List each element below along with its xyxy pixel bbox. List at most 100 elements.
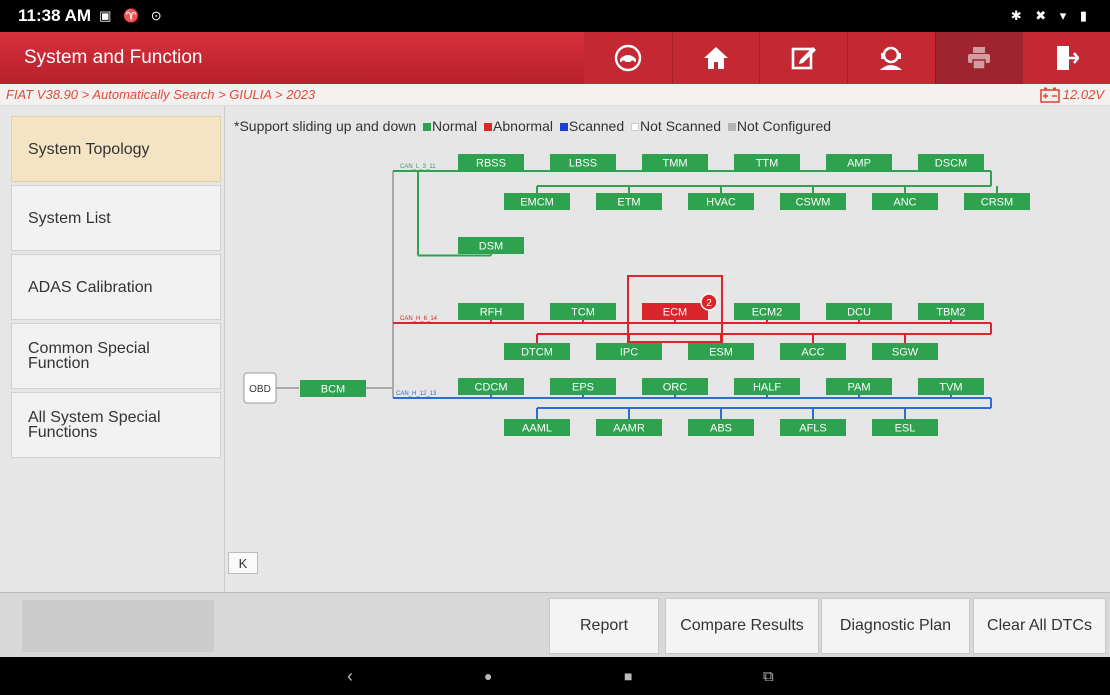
module-acc[interactable]: ACC — [780, 343, 846, 360]
module-cswm[interactable]: CSWM — [780, 193, 846, 210]
diagnostic-plan-button[interactable]: Diagnostic Plan — [821, 598, 970, 654]
sidebar-item-label: ADAS Calibration — [28, 278, 153, 296]
module-label: LBSS — [569, 158, 597, 170]
info-panel — [22, 600, 214, 652]
page-title: System and Function — [24, 47, 203, 68]
nav-recents-icon[interactable]: ■ — [624, 668, 632, 684]
module-ttm[interactable]: TTM — [734, 154, 800, 171]
module-label: DTCM — [521, 347, 553, 359]
support-agent-icon — [880, 46, 903, 70]
support-button[interactable] — [846, 32, 935, 84]
module-label: DCU — [847, 307, 871, 319]
title-bar: System and Function — [0, 32, 1110, 84]
module-tmm[interactable]: TMM — [642, 154, 708, 171]
report-button[interactable]: Report — [549, 598, 659, 654]
module-cdcm[interactable]: CDCM — [458, 378, 524, 395]
module-label: IPC — [620, 347, 638, 359]
module-abs[interactable]: ABS — [688, 419, 754, 436]
module-aamr[interactable]: AAMR — [596, 419, 662, 436]
home-button[interactable] — [671, 32, 760, 84]
nav-home-icon[interactable]: ● — [484, 668, 492, 684]
system-status-icons: ✱ ✖ ▾ ▮ — [1010, 8, 1092, 23]
module-label: ECM — [663, 307, 687, 319]
module-pam[interactable]: PAM — [826, 378, 892, 395]
module-label: RFH — [480, 307, 503, 319]
module-dcu[interactable]: DCU — [826, 303, 892, 320]
module-hvac[interactable]: HVAC — [688, 193, 754, 210]
module-label: CRSM — [981, 197, 1013, 209]
module-label: PAM — [847, 382, 870, 394]
module-ecm[interactable]: ECM — [642, 303, 708, 320]
breadcrumb-path: FIAT V38.90 > Automatically Search > GIU… — [6, 87, 316, 102]
module-tbm2[interactable]: TBM2 — [918, 303, 984, 320]
sidebar: System Topology System List ADAS Calibra… — [0, 106, 225, 592]
module-label: TBM2 — [936, 307, 965, 319]
module-aaml[interactable]: AAML — [504, 419, 570, 436]
module-crsm[interactable]: CRSM — [964, 193, 1030, 210]
module-label: CSWM — [796, 197, 831, 209]
module-esm[interactable]: ESM — [688, 343, 754, 360]
module-bcm[interactable]: BCM — [300, 380, 366, 397]
module-half[interactable]: HALF — [734, 378, 800, 395]
sidebar-item-label: System Topology — [28, 140, 150, 158]
sidebar-item-system-topology[interactable]: System Topology — [11, 116, 221, 182]
bus-label: CAN_H_6_14 — [400, 316, 438, 322]
car-diagnostic-button[interactable] — [583, 32, 672, 84]
sidebar-item-common-special-function[interactable]: Common Special Function — [11, 323, 221, 389]
battery-voltage: 12.02V — [1039, 87, 1104, 103]
module-etm[interactable]: ETM — [596, 193, 662, 210]
android-nav-bar: ‹ ● ■ ⧉ — [0, 657, 1110, 695]
edit-button[interactable] — [759, 32, 847, 84]
module-lbss[interactable]: LBSS — [550, 154, 616, 171]
edit-icon — [791, 47, 816, 70]
module-ecm2[interactable]: ECM2 — [734, 303, 800, 320]
module-emcm[interactable]: EMCM — [504, 193, 570, 210]
module-label: AAML — [522, 423, 552, 435]
module-afls[interactable]: AFLS — [780, 419, 846, 436]
print-button[interactable] — [934, 32, 1023, 84]
module-orc[interactable]: ORC — [642, 378, 708, 395]
home-icon — [703, 47, 728, 69]
module-dsm[interactable]: DSM — [458, 237, 524, 254]
module-label: HALF — [753, 382, 781, 394]
module-label: AMP — [847, 158, 871, 170]
sidebar-item-system-list[interactable]: System List — [11, 185, 221, 251]
module-label: ECM2 — [752, 307, 783, 319]
sidebar-item-all-system-special-functions[interactable]: All System Special Functions — [11, 392, 221, 458]
module-label: DSM — [479, 241, 503, 253]
module-tvm[interactable]: TVM — [918, 378, 984, 395]
exit-icon — [1056, 46, 1079, 70]
module-label: HVAC — [706, 197, 736, 209]
clock: 11:38 AM — [18, 6, 92, 25]
sidebar-item-adas-calibration[interactable]: ADAS Calibration — [11, 254, 221, 320]
battery-icon — [1039, 87, 1060, 103]
module-label: ESM — [709, 347, 733, 359]
module-label: AAMR — [613, 423, 645, 435]
module-tcm[interactable]: TCM — [550, 303, 616, 320]
module-label: TTM — [756, 158, 779, 170]
module-amp[interactable]: AMP — [826, 154, 892, 171]
nav-back-icon[interactable]: ‹ — [347, 666, 353, 687]
module-label: TCM — [571, 307, 595, 319]
module-rfh[interactable]: RFH — [458, 303, 524, 320]
module-anc[interactable]: ANC — [872, 193, 938, 210]
clear-all-dtcs-button[interactable]: Clear All DTCs — [973, 598, 1106, 654]
module-dscm[interactable]: DSCM — [918, 154, 984, 171]
module-label: ANC — [893, 197, 916, 209]
module-sgw[interactable]: SGW — [872, 343, 938, 360]
screenshot-icon[interactable]: ⧉ — [763, 668, 774, 685]
module-dtcm[interactable]: DTCM — [504, 343, 570, 360]
module-rbss[interactable]: RBSS — [458, 154, 524, 171]
module-ipc[interactable]: IPC — [596, 343, 662, 360]
module-label: RBSS — [476, 158, 506, 170]
sidebar-item-label: All System Special Functions — [28, 409, 161, 441]
module-label: BCM — [321, 384, 345, 396]
module-eps[interactable]: EPS — [550, 378, 616, 395]
car-diagnostic-icon — [614, 44, 641, 72]
module-label: EMCM — [520, 197, 554, 209]
exit-button[interactable] — [1022, 32, 1110, 84]
bus-label: CAN_H_12_13 — [396, 391, 437, 397]
module-esl[interactable]: ESL — [872, 419, 938, 436]
collapse-sidebar-button[interactable]: K — [228, 552, 258, 574]
compare-results-button[interactable]: Compare Results — [665, 598, 819, 654]
